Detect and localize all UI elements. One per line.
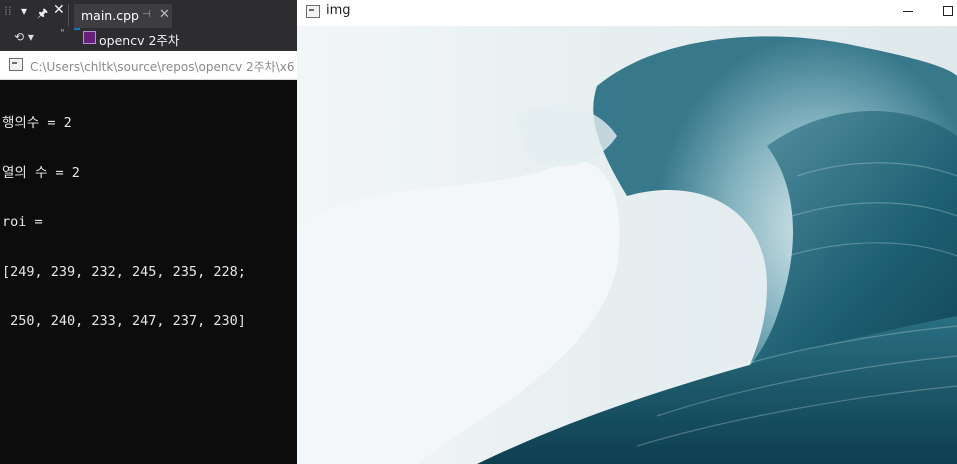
wave-image [297, 26, 957, 464]
tab-divider [68, 4, 69, 26]
console-line: [249, 239, 232, 245, 235, 228; [2, 263, 246, 280]
img-titlebar[interactable]: img [297, 0, 957, 26]
ide-toolbar: ⁞⁞ ▾ 🖈 ✕ main.cpp ⊣ ✕ ⟲ ▾ " opencv 2주차 [0, 0, 300, 52]
pin-icon[interactable]: ⊣ [142, 9, 151, 20]
grip-icon: ⁞⁞ [4, 4, 12, 18]
console-window: C:\Users\chltk\source\repos\opencv 2주차\x… [0, 51, 297, 464]
console-line: roi = [2, 214, 43, 230]
project-combo-label: opencv 2주차 [99, 33, 180, 48]
maximize-icon[interactable] [937, 3, 957, 19]
tab-main-cpp[interactable]: main.cpp ⊣ ✕ [74, 4, 172, 30]
img-window: img [297, 0, 957, 464]
console-titlebar[interactable]: C:\Users\chltk\source\repos\opencv 2주차\x… [0, 51, 297, 80]
console-output[interactable]: 행의수 = 2 열의 수 = 2 roi = [249, 239, 232, 2… [2, 82, 294, 363]
close-icon[interactable]: ✕ [159, 7, 170, 22]
overflow-icon[interactable]: " [60, 28, 65, 39]
console-line: 250, 240, 233, 247, 237, 230] [2, 313, 246, 329]
img-app-icon [306, 5, 320, 18]
console-title-path: C:\Users\chltk\source\repos\opencv 2주차\x… [30, 60, 295, 74]
console-app-icon [9, 58, 23, 71]
history-icon[interactable]: ⟲ ▾ [14, 30, 34, 44]
close-panel-icon[interactable]: ✕ [53, 2, 65, 18]
tab-label: main.cpp [81, 8, 139, 23]
dropdown-arrow-icon[interactable]: ▾ [21, 4, 27, 18]
img-window-title: img [326, 3, 351, 18]
console-line: 열의 수 = 2 [2, 164, 80, 181]
minimize-icon[interactable] [897, 3, 919, 19]
wave-image-svg [297, 26, 957, 464]
project-combo[interactable]: opencv 2주차 [80, 28, 298, 48]
pin-panel-icon[interactable]: 🖈 [37, 4, 48, 25]
project-icon [83, 31, 96, 44]
console-line: 행의수 = 2 [2, 115, 72, 131]
